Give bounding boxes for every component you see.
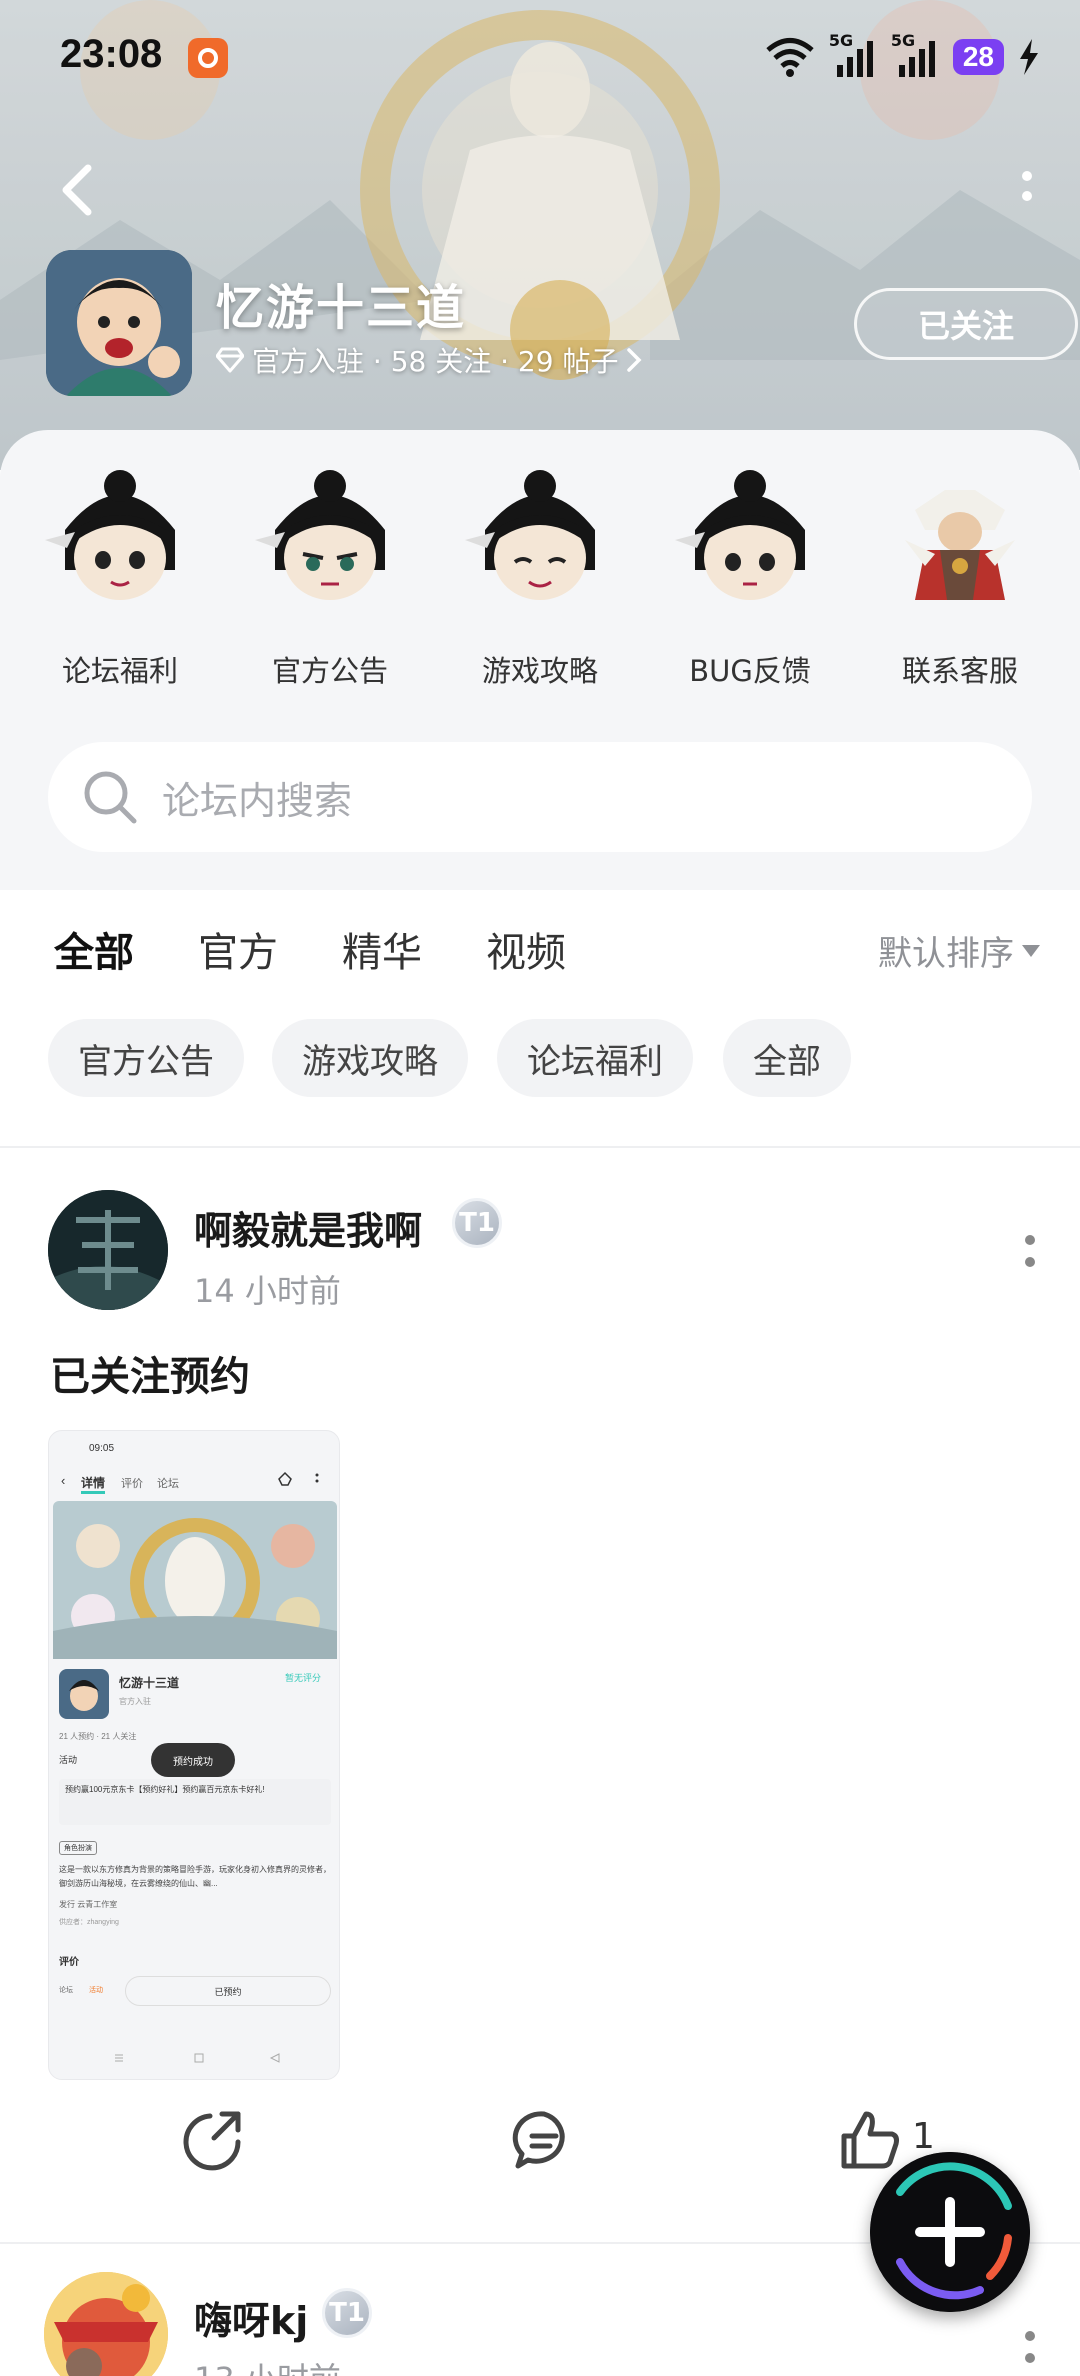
- chip-forum-welfare[interactable]: 论坛福利: [497, 1019, 693, 1097]
- image-promo-text: 预约赢100元京东卡【预约好礼】预约赢百元京东卡好礼!: [59, 1779, 331, 1825]
- quick-entry-label: 联系客服: [901, 654, 1018, 688]
- image-publisher: 发行 云青工作室: [59, 1900, 118, 1909]
- image-toast: 预约成功: [151, 1743, 235, 1777]
- chip-official-notice[interactable]: 官方公告: [48, 1019, 244, 1097]
- quick-entry-official-notice[interactable]: 官方公告: [240, 470, 420, 690]
- image-reserved-button: 已预约: [125, 1976, 331, 2006]
- image-official-label: 官方入驻: [119, 1697, 151, 1706]
- category-chips: 官方公告 游戏攻略 论坛福利 全部: [0, 1005, 1080, 1145]
- back-arrow-icon[interactable]: [52, 160, 112, 220]
- forum-search-bar[interactable]: 论坛内搜索: [48, 742, 1032, 852]
- search-placeholder: 论坛内搜索: [162, 778, 353, 823]
- level-badge-icon: T1: [452, 1198, 502, 1248]
- image-tag: 角色扮演: [59, 1841, 97, 1855]
- status-icons: 5G 5G 28: [765, 31, 1040, 80]
- app-notification-icon: [188, 38, 228, 78]
- author-name[interactable]: 嗨呀kj: [194, 2290, 308, 2345]
- forum-meta[interactable]: 官方入驻 · 58 关注 · 29 帖子: [216, 340, 642, 380]
- quick-entry-forum-welfare[interactable]: 论坛福利: [30, 470, 210, 690]
- image-bottom-icon: 活动: [89, 1987, 103, 1994]
- tab-video[interactable]: 视频: [486, 920, 566, 978]
- author-name[interactable]: 啊毅就是我啊: [194, 1200, 422, 1255]
- level-badge-icon: T1: [322, 2288, 372, 2338]
- quick-entry-customer-service[interactable]: 联系客服: [870, 470, 1050, 690]
- chevron-right-icon: [627, 348, 642, 372]
- tab-all[interactable]: 全部: [54, 920, 134, 982]
- charging-icon: [1020, 39, 1038, 75]
- tab-featured[interactable]: 精华: [342, 920, 422, 978]
- wifi-icon: [766, 38, 814, 77]
- quick-entry-label: 官方公告: [271, 654, 388, 688]
- image-review-label: 评价: [59, 1957, 79, 1968]
- image-tab: 论坛: [157, 1478, 179, 1490]
- chibi-avatar-icon: [675, 470, 805, 600]
- forum-header-banner: 23:08 5G 5G 28 忆游十三道 官方入驻 · 58 关注 · 29 帖…: [0, 0, 1080, 470]
- sort-label: 默认排序: [878, 934, 1014, 974]
- author-avatar[interactable]: [44, 2272, 168, 2376]
- forum-title: 忆游十三道: [216, 280, 467, 336]
- tab-official[interactable]: 官方: [198, 920, 278, 978]
- comment-icon[interactable]: [512, 2108, 576, 2172]
- more-options-icon[interactable]: [1012, 166, 1042, 216]
- quick-entry-bug-report[interactable]: BUG反馈: [660, 470, 840, 690]
- network-type-2: 5G: [890, 31, 916, 50]
- post-title: 已关注预约: [50, 1354, 250, 1400]
- image-description: 这是一款以东方修真为背景的策略冒险手游，玩家化身初入修真界的灵修者，御剑游历山海…: [59, 1865, 331, 1888]
- more-options-icon[interactable]: [1020, 2328, 1040, 2372]
- image-status-time: 09:05: [89, 1443, 115, 1454]
- status-time: 23:08: [60, 32, 163, 76]
- image-nav-bar: [115, 2053, 280, 2063]
- create-post-button[interactable]: [870, 2152, 1030, 2312]
- status-bar: 23:08 5G 5G 28: [0, 0, 1080, 115]
- image-game-banner: [53, 1501, 337, 1659]
- battery-indicator: 28: [952, 39, 1004, 75]
- chibi-avatar-icon: [255, 470, 385, 600]
- like-count: 1: [912, 2116, 935, 2157]
- image-back-icon: ‹: [61, 1473, 66, 1488]
- image-rating-note: 暂无评分: [285, 1673, 322, 1683]
- more-options-icon[interactable]: [1020, 1232, 1040, 1276]
- like-icon[interactable]: [838, 2108, 902, 2172]
- post-time: 13 小时前: [194, 2354, 341, 2376]
- post-filter-tabs: 全部 官方 精华 视频 默认排序: [0, 890, 1080, 1005]
- search-icon: [84, 771, 137, 824]
- warrior-avatar-icon: [905, 490, 1015, 600]
- image-game-name: 忆游十三道: [119, 1676, 180, 1690]
- network-type-1: 5G: [828, 31, 854, 50]
- forum-logo[interactable]: [46, 250, 192, 396]
- image-stats: 21 人预约 · 21 人关注: [59, 1732, 137, 1741]
- quick-entry-label: 论坛福利: [61, 654, 178, 688]
- diamond-icon: [216, 347, 244, 373]
- chibi-avatar-icon: [465, 470, 595, 600]
- image-supplier: 供应者：zhangying: [59, 1919, 119, 1926]
- share-icon[interactable]: [180, 2108, 244, 2172]
- quick-entry-label: 游戏攻略: [481, 654, 598, 688]
- post-card[interactable]: 啊毅就是我啊 T1 14 小时前 已关注预约 09:05 ‹ 详情 评价 论坛: [0, 1148, 1080, 2240]
- image-game-logo: [59, 1669, 109, 1719]
- author-avatar[interactable]: [48, 1190, 168, 1310]
- image-bottom-icon: 论坛: [59, 1987, 73, 1994]
- sort-dropdown[interactable]: 默认排序: [878, 926, 1040, 975]
- post-image[interactable]: 09:05 ‹ 详情 评价 论坛 忆游十三道 暂无评分 官方入驻 21 人预约 …: [48, 1430, 340, 2080]
- chip-game-guide[interactable]: 游戏攻略: [272, 1019, 468, 1097]
- cell-signal-icon-1: 5G: [829, 31, 877, 79]
- follow-button[interactable]: 已关注: [854, 288, 1078, 360]
- chibi-avatar-icon: [45, 470, 175, 600]
- cell-signal-icon-2: 5G: [891, 31, 939, 79]
- forum-info: 忆游十三道 官方入驻 · 58 关注 · 29 帖子 已关注: [46, 250, 1078, 400]
- image-tab: 评价: [121, 1478, 143, 1490]
- caret-down-icon: [1022, 944, 1040, 957]
- post-time: 14 小时前: [194, 1272, 341, 1310]
- forum-meta-text: 官方入驻 · 58 关注 · 29 帖子: [252, 345, 619, 378]
- image-tab: 详情: [81, 1474, 106, 1494]
- quick-entry-label: BUG反馈: [689, 654, 811, 688]
- image-toolbar-icons: [278, 1471, 319, 1486]
- quick-entry-panel: 论坛福利 官方公告 游戏攻略 BUG反馈 联系客服 论坛内搜索: [0, 430, 1080, 890]
- image-activity-label: 活动: [59, 1755, 78, 1765]
- quick-entry-game-guide[interactable]: 游戏攻略: [450, 470, 630, 690]
- chip-all[interactable]: 全部: [723, 1019, 851, 1097]
